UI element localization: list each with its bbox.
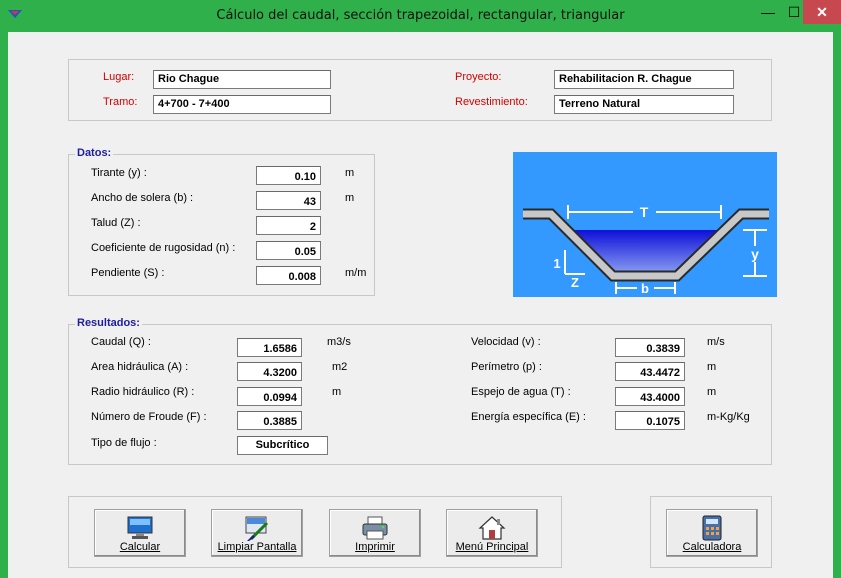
datos-title: Datos: <box>75 147 114 159</box>
flujo-label: Tipo de flujo : <box>91 437 157 449</box>
calculadora-label: Calculadora <box>682 541 742 553</box>
limpiar-label: Limpiar Pantalla <box>217 541 297 553</box>
area-unit: m2 <box>332 361 348 373</box>
radio-label: Radio hidráulico (R) : <box>91 386 195 398</box>
minimize-button[interactable]: — <box>754 0 782 24</box>
window-client: Lugar: Rio Chague Tramo: 4+700 - 7+400 P… <box>8 32 833 578</box>
calcular-button[interactable]: Calcular <box>94 509 186 557</box>
calcular-label: Calcular <box>119 541 161 553</box>
menu-principal-button[interactable]: Menú Principal <box>446 509 538 557</box>
diagram-b-label: b <box>641 281 649 296</box>
calculadora-button[interactable]: Calculadora <box>666 509 758 557</box>
resultados-title: Resultados: <box>75 317 142 329</box>
rugosidad-input[interactable]: 0.05 <box>256 241 321 260</box>
printer-icon <box>362 516 388 540</box>
caudal-output[interactable]: 1.6586 <box>237 338 302 357</box>
rugosidad-label: Coeficiente de rugosidad (n) : <box>91 242 236 254</box>
home-icon <box>478 516 506 540</box>
channel-section-diagram: T y 1 Z b <box>513 152 777 297</box>
radio-output[interactable]: 0.0994 <box>237 387 302 406</box>
perimetro-output[interactable]: 43.4472 <box>615 362 685 381</box>
pendiente-input[interactable]: 0.008 <box>256 266 321 285</box>
velocidad-output[interactable]: 0.3839 <box>615 338 685 357</box>
solera-input[interactable]: 43 <box>256 191 321 210</box>
pendiente-label: Pendiente (S) : <box>91 267 165 279</box>
trapezoid-channel-drawing: T y 1 Z b <box>523 204 769 296</box>
revestimiento-label: Revestimiento: <box>455 96 528 108</box>
menu-principal-label: Menú Principal <box>455 541 529 553</box>
tirante-input[interactable]: 0.10 <box>256 166 321 185</box>
title-bar: Cálculo del caudal, sección trapezoidal,… <box>0 0 841 32</box>
area-output[interactable]: 4.3200 <box>237 362 302 381</box>
area-label: Area hidráulica (A) : <box>91 361 189 373</box>
header-group: Lugar: Rio Chague Tramo: 4+700 - 7+400 P… <box>68 59 772 121</box>
talud-input[interactable]: 2 <box>256 216 321 235</box>
energia-output[interactable]: 0.1075 <box>615 411 685 430</box>
window-title: Cálculo del caudal, sección trapezoidal,… <box>216 8 625 23</box>
diagram-y-label: y <box>751 246 759 262</box>
espejo-output[interactable]: 43.4000 <box>615 387 685 406</box>
lugar-label: Lugar: <box>103 71 135 83</box>
caudal-label: Caudal (Q) : <box>91 336 151 348</box>
perimetro-unit: m <box>707 361 717 373</box>
tramo-label: Tramo: <box>103 96 138 108</box>
velocidad-unit: m/s <box>707 336 725 348</box>
energia-unit: m-Kg/Kg <box>707 411 750 423</box>
proyecto-input[interactable]: Rehabilitacion R. Chague <box>554 70 734 89</box>
monitor-icon <box>127 516 153 539</box>
datos-group: Datos: Tirante (y) : 0.10 m Ancho de sol… <box>68 147 375 296</box>
limpiar-button[interactable]: Limpiar Pantalla <box>211 509 303 557</box>
froude-label: Número de Froude (F) : <box>91 411 207 423</box>
close-button[interactable]: ✕ <box>803 0 841 24</box>
solera-label: Ancho de solera (b) : <box>91 192 194 204</box>
lugar-input[interactable]: Rio Chague <box>153 70 331 89</box>
imprimir-label: Imprimir <box>355 541 395 553</box>
diagram-Z-label: Z <box>571 275 579 290</box>
espejo-label: Espejo de agua (T) : <box>471 386 571 398</box>
tirante-label: Tirante (y) : <box>91 167 147 179</box>
radio-unit: m <box>332 386 342 398</box>
espejo-unit: m <box>707 386 717 398</box>
talud-label: Talud (Z) : <box>91 217 141 229</box>
energia-label: Energía específica (E) : <box>471 411 586 423</box>
caudal-unit: m3/s <box>327 336 351 348</box>
solera-unit: m <box>345 192 355 204</box>
proyecto-label: Proyecto: <box>455 71 502 83</box>
velocidad-label: Velocidad (v) : <box>471 336 541 348</box>
flujo-output[interactable]: Subcrítico <box>237 436 328 455</box>
clean-screen-icon <box>245 516 269 541</box>
diagram-1-label: 1 <box>553 256 560 271</box>
perimetro-label: Perímetro (p) : <box>471 361 542 373</box>
diagram-T-label: T <box>640 204 649 220</box>
tramo-input[interactable]: 4+700 - 7+400 <box>153 95 331 114</box>
resultados-group: Resultados: Caudal (Q) : 1.6586 m3/s Are… <box>68 317 772 465</box>
tirante-unit: m <box>345 167 355 179</box>
pendiente-unit: m/m <box>345 267 367 279</box>
froude-output[interactable]: 0.3885 <box>237 411 302 430</box>
calculator-icon <box>702 515 722 541</box>
revestimiento-input[interactable]: Terreno Natural <box>554 95 734 114</box>
imprimir-button[interactable]: Imprimir <box>329 509 421 557</box>
